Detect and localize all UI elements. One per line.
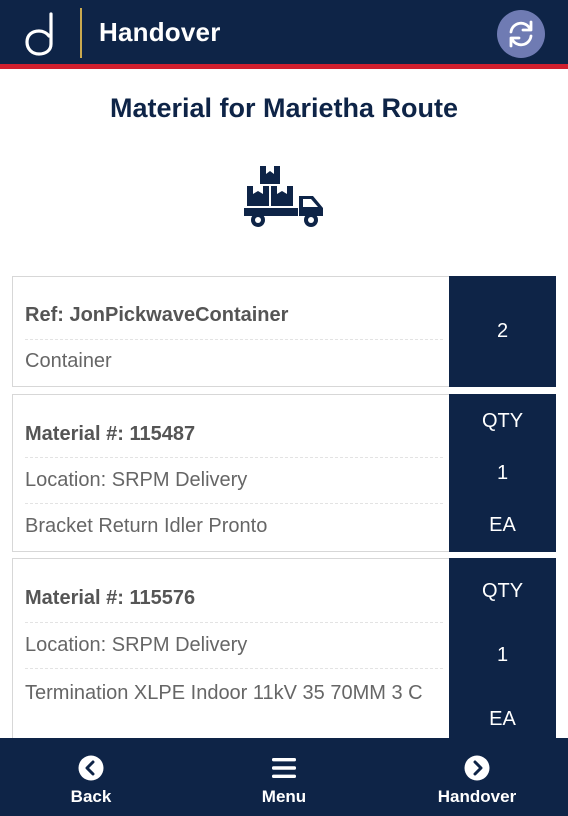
material-description: Bracket Return Idler Pronto: [25, 515, 268, 537]
card-reference: Ref: JonPickwaveContainer: [25, 277, 443, 340]
material-card[interactable]: Material #: 115487 Location: SRPM Delive…: [12, 394, 556, 552]
material-card[interactable]: Ref: JonPickwaveContainer Container 2: [12, 276, 556, 387]
material-number: Material #: 115487: [25, 395, 443, 458]
header-accent-bar: [0, 64, 568, 69]
qty-panel: QTY 1 EA: [449, 394, 556, 552]
handover-button[interactable]: Handover: [428, 738, 526, 816]
qty-panel: QTY 1 EA: [449, 558, 556, 738]
qty-unit: EA: [489, 708, 516, 730]
menu-button[interactable]: Menu: [243, 738, 325, 816]
card-type: Container: [25, 350, 112, 372]
qty-unit: EA: [489, 514, 516, 536]
back-label: Back: [70, 787, 112, 806]
menu-label: Menu: [261, 787, 307, 806]
card-details: Material #: 115487 Location: SRPM Delive…: [25, 395, 443, 550]
qty-value: 1: [496, 644, 509, 666]
qty-label: QTY: [481, 580, 524, 602]
app-header: Handover: [0, 0, 568, 66]
menu-hamburger-icon: [271, 755, 297, 781]
material-card[interactable]: Material #: 115576 Location: SRPM Delive…: [12, 558, 556, 738]
qty-panel: 2: [449, 276, 556, 387]
material-list[interactable]: Ref: JonPickwaveContainer Container 2 Ma…: [12, 276, 556, 738]
header-title: Handover: [99, 17, 221, 47]
logo-divider: [80, 8, 82, 58]
refresh-button[interactable]: [497, 10, 545, 58]
qty-label: QTY: [481, 410, 524, 432]
app-logo-icon: [25, 12, 53, 56]
material-location: Location: SRPM Delivery: [25, 458, 443, 504]
back-button[interactable]: Back: [50, 738, 132, 816]
back-arrow-icon: [78, 755, 104, 781]
handover-label: Handover: [437, 787, 517, 806]
material-number: Material #: 115576: [25, 559, 443, 623]
delivery-truck-icon: [244, 166, 323, 227]
material-location: Location: SRPM Delivery: [25, 623, 443, 669]
qty-value: 1: [496, 462, 509, 484]
material-description: Termination XLPE Indoor 11kV 35 70MM 3 C: [25, 682, 423, 704]
forward-arrow-icon: [464, 755, 490, 781]
bottom-nav: Back Menu Handover: [0, 738, 568, 816]
card-details: Ref: JonPickwaveContainer Container: [25, 277, 443, 386]
qty-value: 2: [496, 320, 509, 342]
page-title: Material for Marietha Route: [109, 93, 459, 123]
card-details: Material #: 115576 Location: SRPM Delive…: [25, 559, 443, 710]
refresh-icon: [509, 20, 533, 48]
